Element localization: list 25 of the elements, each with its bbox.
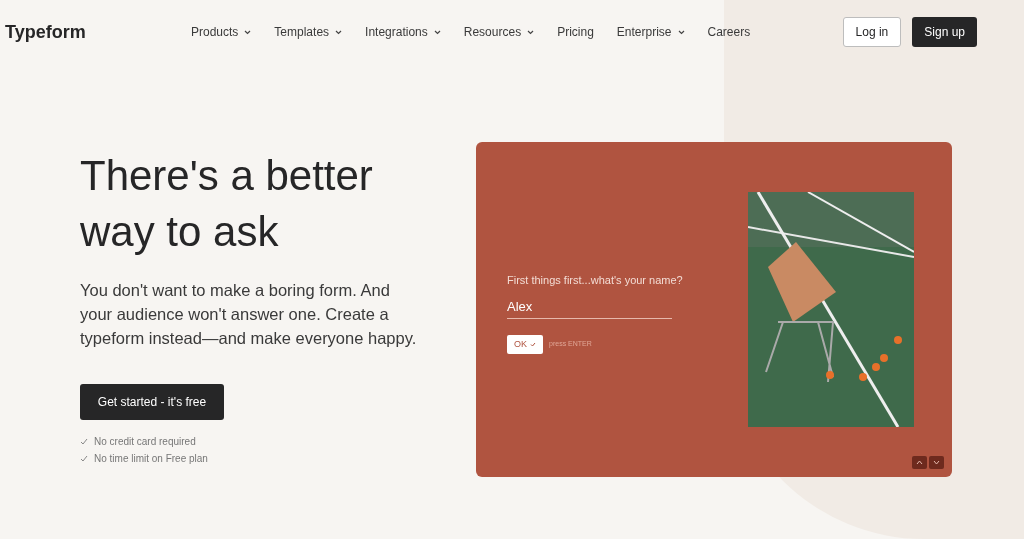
question-text: First things first...what's your name?	[507, 273, 684, 288]
nav-link[interactable]: Enterprise	[616, 23, 685, 41]
nav-link[interactable]: Templates	[274, 23, 343, 41]
name-input-field[interactable]: Alex	[507, 296, 672, 319]
checkmark-icon	[530, 342, 536, 347]
perk-text: No credit card required	[94, 435, 196, 449]
ok-button[interactable]: OK	[507, 335, 543, 354]
nav-link[interactable]: Pricing	[557, 23, 594, 41]
checkmark-icon	[80, 438, 88, 445]
login-button[interactable]: Log in	[842, 17, 902, 47]
nav-link[interactable]: Products	[191, 23, 252, 41]
nav-link[interactable]: Careers	[707, 23, 751, 41]
nav-link[interactable]: Resources	[463, 23, 535, 41]
next-question-button[interactable]	[929, 456, 944, 469]
signup-button[interactable]: Sign up	[912, 17, 977, 47]
previous-question-button[interactable]	[912, 456, 927, 469]
chevron-up-icon	[916, 460, 923, 465]
hero-heading: There's a better way to ask	[80, 151, 374, 257]
hero-subtitle: You don't want to make a boring form. And your audience won't answer one. Create a typeform instead—and make everyone happy.	[80, 280, 418, 349]
perk-text: No time limit on Free plan	[94, 452, 208, 466]
logo[interactable]: Typeform	[5, 18, 191, 46]
checkmark-icon	[80, 455, 88, 462]
nav-link[interactable]: Integrations	[365, 23, 441, 41]
get-started-button[interactable]: Get started - it's free	[80, 384, 224, 420]
chevron-down-icon	[933, 460, 940, 465]
